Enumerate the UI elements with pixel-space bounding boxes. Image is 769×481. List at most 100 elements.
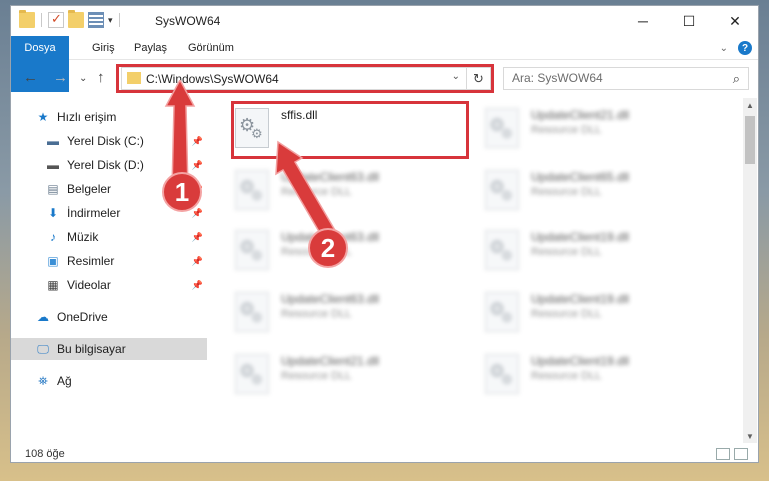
sidebar-item-label: Hızlı erişim	[57, 110, 117, 124]
maximize-button[interactable]: ☐	[666, 6, 712, 36]
file-type: Resource DLL	[531, 246, 602, 258]
qat-dropdown-icon[interactable]: ▾	[108, 15, 113, 26]
large-icons-view-icon[interactable]	[734, 448, 748, 460]
video-icon: ▦	[47, 278, 59, 292]
sidebar-item-label: Videolar	[67, 278, 111, 292]
ribbon-expand-icon[interactable]: ⌄	[720, 43, 728, 54]
folder-icon	[19, 10, 35, 28]
file-item[interactable]: UpdateClient19.dll Resource DLL	[461, 348, 701, 404]
pin-icon: 📌	[191, 231, 203, 242]
status-item-count: 108 öğe	[25, 448, 65, 460]
title-bar: ▾ SysWOW64 ─ ☐ ✕	[11, 6, 758, 36]
scroll-up-arrow-icon[interactable]: ▲	[743, 98, 757, 112]
sidebar-item-label: OneDrive	[57, 310, 108, 324]
ribbon-controls: ⌄ ?	[720, 41, 752, 55]
star-icon: ★	[37, 110, 49, 124]
recent-locations-button[interactable]: ⌄	[79, 73, 87, 84]
file-type: Resource DLL	[531, 308, 602, 320]
sidebar-item-label: Resimler	[67, 254, 115, 268]
properties-check-icon[interactable]	[48, 11, 64, 28]
divider	[118, 13, 120, 27]
dll-file-icon	[485, 354, 519, 394]
file-name: UpdateClient63.dll	[281, 292, 380, 306]
file-name: UpdateClient21.dll	[281, 354, 380, 368]
tab-home[interactable]: Giriş	[81, 36, 126, 60]
dll-file-icon	[485, 230, 519, 270]
sidebar-item-videos[interactable]: ▦ Videolar 📌	[11, 274, 207, 296]
pin-icon: 📌	[191, 207, 203, 218]
sidebar-item-music[interactable]: ♪ Müzik 📌	[11, 226, 207, 248]
minimize-button[interactable]: ─	[620, 6, 666, 36]
sidebar-item-pictures[interactable]: ▣ Resimler 📌	[11, 250, 207, 272]
new-folder-icon[interactable]	[68, 10, 84, 28]
file-type: Resource DLL	[531, 370, 602, 382]
sidebar-item-label: Müzik	[67, 230, 99, 244]
dll-file-icon	[235, 230, 269, 270]
annotation-badge-1: 1	[162, 172, 202, 212]
dll-file-icon	[235, 170, 269, 210]
up-button[interactable]: ↑	[97, 69, 105, 86]
pin-icon: 📌	[191, 255, 203, 266]
ribbon-tabs: Dosya Giriş Paylaş Görünüm ⌄ ?	[11, 36, 758, 92]
file-highlight-box	[231, 101, 469, 159]
drive-icon: ▬	[47, 158, 59, 172]
dll-file-icon	[485, 170, 519, 210]
documents-icon: ▤	[47, 182, 59, 196]
sidebar-item-label: Yerel Disk (C:)	[67, 134, 144, 148]
dll-file-icon	[235, 292, 269, 332]
sidebar-item-label: Belgeler	[67, 182, 112, 196]
file-type: Resource DLL	[281, 308, 352, 320]
file-item[interactable]: UpdateClient63.dll Resource DLL	[211, 286, 451, 342]
view-toggle	[716, 448, 748, 460]
file-item[interactable]: UpdateClient21.dll Resource DLL	[461, 102, 701, 158]
file-type: Resource DLL	[531, 186, 602, 198]
sidebar-item-label: Bu bilgisayar	[57, 342, 126, 356]
network-icon: ⛯	[38, 373, 48, 388]
dll-file-icon	[485, 108, 519, 148]
window-title: SysWOW64	[155, 14, 221, 28]
sidebar-item-network[interactable]: ⛯ Ağ	[11, 370, 207, 392]
scrollbar-thumb[interactable]	[745, 116, 755, 164]
back-button[interactable]: ←	[23, 69, 38, 86]
pin-icon: 📌	[191, 279, 203, 290]
dll-file-icon	[485, 292, 519, 332]
details-view-icon[interactable]	[716, 448, 730, 460]
file-name: UpdateClient19.dll	[531, 354, 630, 368]
sidebar-item-onedrive[interactable]: ☁ OneDrive	[11, 306, 207, 328]
file-name: UpdateClient19.dll	[531, 230, 630, 244]
music-icon: ♪	[50, 230, 56, 244]
quick-access-toolbar: ▾	[19, 10, 122, 28]
vertical-scrollbar[interactable]: ▲ ▼	[743, 98, 757, 443]
tab-view[interactable]: Görünüm	[177, 36, 245, 60]
search-box[interactable]: ⌕	[503, 67, 749, 90]
file-type: Resource DLL	[531, 124, 602, 136]
file-item[interactable]: UpdateClient19.dll Resource DLL	[461, 286, 701, 342]
file-item[interactable]: UpdateClient21.dll Resource DLL	[211, 348, 451, 404]
forward-button[interactable]: →	[53, 69, 68, 86]
tab-share[interactable]: Paylaş	[123, 36, 178, 60]
file-name: UpdateClient21.dll	[531, 108, 630, 122]
scroll-down-arrow-icon[interactable]: ▼	[743, 429, 757, 443]
annotation-badge-2: 2	[308, 228, 348, 268]
dll-file-icon	[235, 354, 269, 394]
cloud-icon: ☁	[37, 310, 49, 324]
sidebar-item-label: İndirmeler	[67, 206, 121, 220]
file-item[interactable]: UpdateClient65.dll Resource DLL	[461, 164, 701, 220]
download-icon: ⬇	[47, 206, 59, 220]
view-details-icon[interactable]	[88, 12, 104, 28]
file-name: UpdateClient65.dll	[531, 170, 630, 184]
search-input[interactable]	[512, 71, 712, 85]
help-icon[interactable]: ?	[738, 41, 752, 55]
search-icon[interactable]: ⌕	[733, 71, 740, 87]
divider	[41, 13, 42, 27]
close-button[interactable]: ✕	[712, 6, 758, 36]
sidebar-item-this-pc[interactable]: 🖵 Bu bilgisayar	[11, 338, 207, 360]
pictures-icon: ▣	[47, 254, 59, 268]
explorer-window: ▾ SysWOW64 ─ ☐ ✕ Dosya Giriş Paylaş Görü…	[10, 5, 759, 463]
sidebar-item-label: Ağ	[57, 374, 72, 388]
window-controls: ─ ☐ ✕	[620, 6, 758, 36]
sidebar-item-label: Yerel Disk (D:)	[67, 158, 144, 172]
file-item[interactable]: UpdateClient19.dll Resource DLL	[461, 224, 701, 280]
file-type: Resource DLL	[281, 370, 352, 382]
drive-icon: ▬	[47, 134, 59, 148]
